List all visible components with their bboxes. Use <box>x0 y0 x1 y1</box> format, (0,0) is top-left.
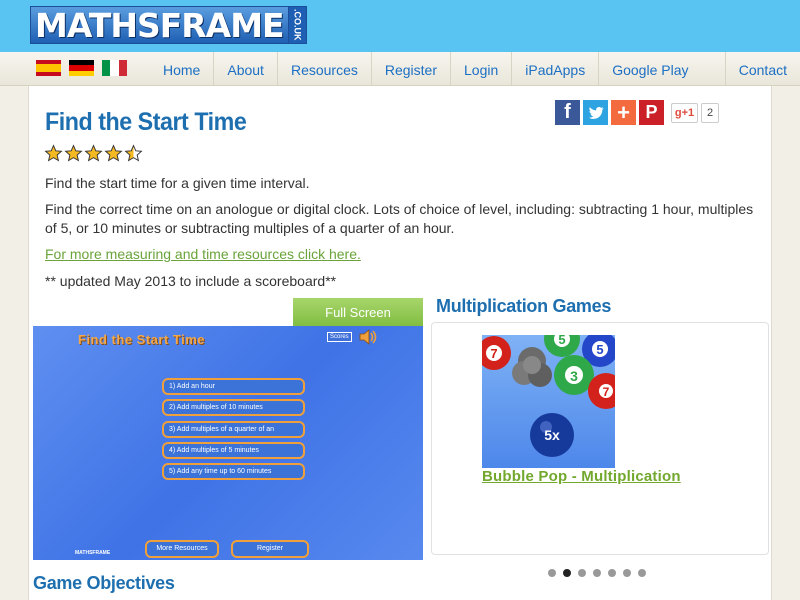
game-more-resources-button[interactable]: More Resources <box>145 540 219 558</box>
site-header: MATHSFRAME .CO.UK <box>0 0 800 52</box>
italian-flag-icon[interactable] <box>102 60 127 76</box>
logo-text: MATHSFRAME <box>30 6 289 45</box>
ball-label: 5 <box>596 342 603 357</box>
game-frame[interactable]: Find the Start Time Scores 1) Add an hou… <box>33 326 423 560</box>
nav-login[interactable]: Login <box>450 52 511 86</box>
nav-bar: Home About Resources Register Login iPad… <box>0 52 800 114</box>
carousel-dot[interactable] <box>578 569 586 577</box>
bubble-pop-link[interactable]: Bubble Pop - Multiplication <box>482 468 681 485</box>
social-share-bar: f + P g+1 2 <box>555 100 720 125</box>
game-logo: MATHSFRAME <box>75 550 111 556</box>
star-full-icon <box>64 144 83 162</box>
carousel-dot[interactable] <box>638 569 646 577</box>
ball-label: 3 <box>570 368 578 384</box>
google-plus-button[interactable]: g+1 <box>671 102 698 123</box>
german-flag-icon[interactable] <box>69 60 94 76</box>
nav-register[interactable]: Register <box>370 52 450 86</box>
nav-resources[interactable]: Resources <box>276 52 371 86</box>
ball-label: 5 <box>558 335 565 347</box>
nav-contact[interactable]: Contact <box>724 52 800 86</box>
twitter-icon[interactable] <box>583 100 608 125</box>
carousel-dot[interactable] <box>623 569 631 577</box>
option-any-time[interactable]: 5) Add any time up to 60 minutes <box>162 463 305 480</box>
nav-about[interactable]: About <box>213 52 277 86</box>
description-text: Find the correct time on an anologue or … <box>45 201 754 236</box>
carousel-dot[interactable] <box>608 569 616 577</box>
main-nav: Home About Resources Register Login iPad… <box>150 52 800 114</box>
carousel-dot[interactable] <box>593 569 601 577</box>
star-full-icon <box>84 144 103 162</box>
bubble-pop-thumbnail[interactable]: 7 5 5 3 7 5x <box>482 335 615 468</box>
option-add-hour[interactable]: 1) Add an hour <box>162 378 305 395</box>
spanish-flag-icon[interactable] <box>36 60 61 76</box>
site-logo[interactable]: MATHSFRAME .CO.UK <box>30 6 307 45</box>
carousel-dot[interactable] <box>548 569 556 577</box>
full-screen-button[interactable]: Full Screen <box>293 298 423 326</box>
ball-label: 7 <box>490 346 497 361</box>
star-full-icon <box>104 144 123 162</box>
option-quarter-hour[interactable]: 3) Add multiples of a quarter of an <box>162 421 305 438</box>
game-objectives-heading: Game Objectives <box>33 573 175 593</box>
star-half-icon <box>124 144 143 162</box>
pinterest-icon[interactable]: P <box>639 100 664 125</box>
nav-ipadapps[interactable]: iPadApps <box>511 52 598 86</box>
intro-text: Find the start time for a given time int… <box>45 175 310 191</box>
option-multiples-10[interactable]: 2) Add multiples of 10 minutes <box>162 399 305 416</box>
game-register-button[interactable]: Register <box>231 540 309 558</box>
rock-icon <box>512 347 552 387</box>
addthis-plus-icon[interactable]: + <box>611 100 636 125</box>
update-note: ** updated May 2013 to include a scorebo… <box>45 273 337 289</box>
star-rating[interactable] <box>44 144 143 163</box>
star-full-icon <box>44 144 63 162</box>
speaker-icon[interactable] <box>358 328 378 351</box>
ball-label: 5x <box>544 427 560 443</box>
ball-label: 7 <box>603 385 610 399</box>
scores-button[interactable]: Scores <box>327 332 352 342</box>
multiplication-games-heading: Multiplication Games <box>436 296 612 316</box>
google-plus-count: 2 <box>701 102 720 123</box>
carousel-dot[interactable] <box>563 569 571 577</box>
page-title: Find the Start Time <box>45 108 247 136</box>
language-flags <box>36 60 127 76</box>
logo-domain: .CO.UK <box>288 6 307 44</box>
option-multiples-5[interactable]: 4) Add multiples of 5 minutes <box>162 442 305 459</box>
carousel-pagination <box>548 569 646 577</box>
game-title: Find the Start Time <box>78 332 205 347</box>
more-resources-link[interactable]: For more measuring and time resources cl… <box>45 245 361 264</box>
facebook-icon[interactable]: f <box>555 100 580 125</box>
nav-home[interactable]: Home <box>150 52 213 86</box>
nav-google-play-apps[interactable]: Google Play Apps <box>598 52 725 114</box>
